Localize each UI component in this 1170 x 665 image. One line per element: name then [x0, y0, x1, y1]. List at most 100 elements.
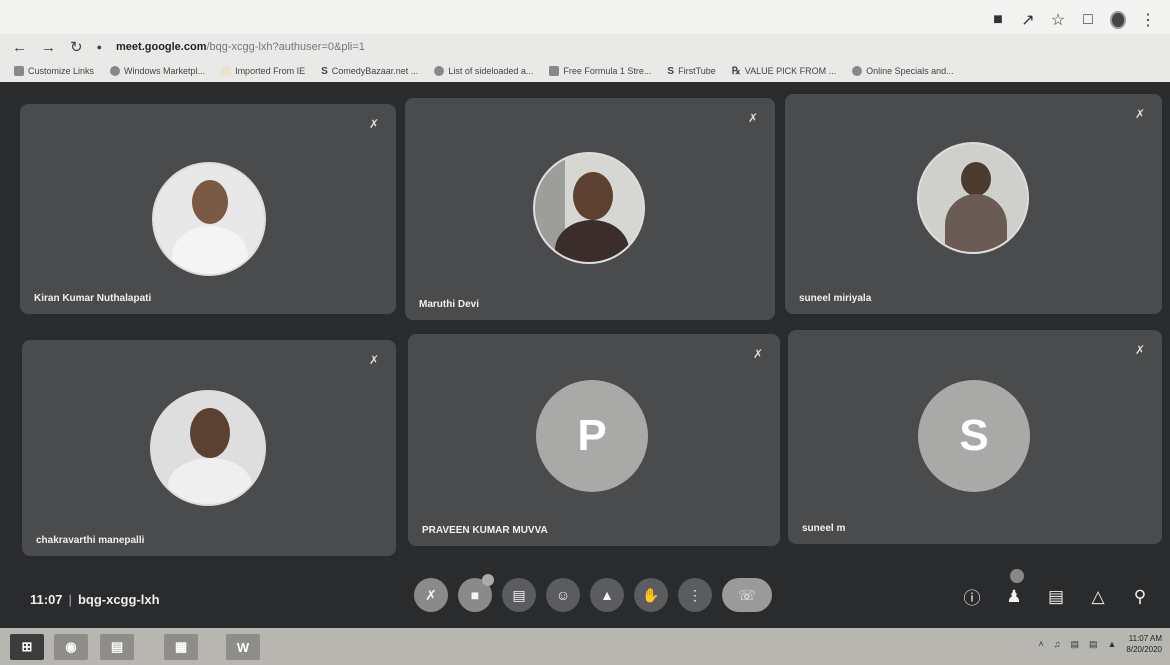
present-button[interactable]: ▲ — [590, 578, 624, 612]
taskbar-clock[interactable]: 11:07 AM 8/20/2020 — [1126, 633, 1162, 655]
meet-control-bar: 11:07 | bqg-xcgg-lxh ✗ ■ ▤ ☺ ▲ ✋ ⋮ ☏ ⓘ ♟ ▤… — [0, 568, 1170, 628]
forward-arrow-icon[interactable]: → — [41, 39, 56, 56]
windows-start-button[interactable]: ⊞ — [10, 634, 44, 660]
chat-button[interactable]: ▤ — [1046, 587, 1066, 607]
letter-avatar: P — [536, 380, 648, 492]
lock-icon[interactable]: ● — [97, 42, 102, 52]
globe-icon — [434, 66, 445, 76]
network-icon[interactable]: ▤ — [1070, 639, 1079, 650]
info-icon: ⓘ — [963, 589, 981, 608]
bookmark-item[interactable]: Free Formula 1 Stre... — [549, 66, 651, 76]
more-vert-icon: ⋮ — [688, 586, 702, 603]
leave-call-button[interactable]: ☏ — [722, 578, 772, 612]
taskbar-file-explorer[interactable]: ▤ — [100, 634, 134, 660]
mic-off-icon: ✗ — [368, 353, 380, 367]
emoji-button[interactable]: ☺ — [546, 578, 580, 612]
participant-name: Kiran Kumar Nuthalapati — [34, 293, 152, 304]
bookmark-item[interactable]: S FirstTube — [667, 66, 715, 77]
alert-badge — [482, 574, 494, 586]
meeting-details-button[interactable]: ⓘ — [962, 584, 982, 609]
participant-name: PRAVEEN KUMAR MUVVA — [422, 525, 548, 536]
taskbar-chrome[interactable]: ◉ — [54, 634, 88, 660]
browser-title-bar: ■ ↗ ☆ □ ⋮ — [0, 0, 1170, 34]
apps-grid-icon — [14, 66, 24, 76]
bookmark-item[interactable]: Online Specials and... — [852, 66, 954, 76]
host-controls-button[interactable]: ⚲ — [1130, 587, 1150, 607]
camera-icon[interactable]: ■ — [990, 11, 1006, 28]
participant-count-badge — [1010, 568, 1024, 583]
url-field[interactable]: meet.google.com/bqg-xcgg-lxh?authuser=0&… — [116, 41, 365, 53]
participant-name: Maruthi Devi — [419, 299, 480, 310]
mic-off-icon: ✗ — [752, 347, 764, 361]
tab-square-icon[interactable]: □ — [1080, 11, 1096, 28]
captions-icon: ▤ — [512, 586, 526, 603]
side-panel-controls: ⓘ ♟ ▤ △ ⚲ — [962, 568, 1150, 609]
bookmark-item[interactable]: List of sideloaded a... — [434, 66, 533, 76]
participant-name: suneel m — [802, 523, 846, 534]
clock-time: 11:07 AM — [1128, 634, 1162, 643]
screen: ■ ↗ ☆ □ ⋮ ← → ↻ ● meet.google.com/bqg-xc… — [0, 0, 1170, 665]
participant-tile[interactable]: ✗ Kiran Kumar Nuthalapati — [20, 104, 396, 314]
mic-off-icon: ✗ — [1134, 343, 1146, 357]
site-s-icon: S — [667, 65, 675, 77]
more-vert-icon[interactable]: ⋮ — [1140, 12, 1156, 29]
participant-photo — [917, 142, 1029, 254]
phone-hangup-icon: ☏ — [738, 586, 756, 603]
bookmarks-bar: Customize Links Windows Marketpl... Impo… — [0, 60, 1170, 82]
people-button[interactable]: ♟ — [1004, 568, 1024, 607]
people-icon: ♟ — [1006, 586, 1022, 606]
star-icon[interactable]: ☆ — [1050, 12, 1066, 29]
app-grid-icon: ▦ — [174, 639, 188, 654]
meeting-info: 11:07 | bqg-xcgg-lxh — [30, 592, 160, 607]
activities-button[interactable]: △ — [1088, 587, 1108, 607]
bookmark-item[interactable]: ℞ VALUE PICK FROM ... — [732, 66, 836, 77]
profile-avatar[interactable] — [1110, 11, 1126, 29]
back-arrow-icon[interactable]: ← — [12, 39, 27, 56]
bookmark-item[interactable]: Imported From IE — [221, 66, 305, 76]
participant-photo — [150, 390, 266, 506]
participant-tile[interactable]: ✗ P PRAVEEN KUMAR MUVVA — [408, 334, 780, 546]
participant-tile[interactable]: ✗ suneel miriyala — [785, 94, 1162, 314]
mic-off-icon: ✗ — [425, 586, 437, 603]
more-options-button[interactable]: ⋮ — [678, 578, 712, 612]
raise-hand-button[interactable]: ✋ — [634, 578, 668, 612]
activities-shapes-icon: △ — [1091, 586, 1105, 606]
bookmark-item[interactable]: Windows Marketpl... — [110, 66, 205, 76]
meeting-code: bqg-xcgg-lxh — [77, 592, 160, 607]
tray-chevron-icon[interactable]: ˄ — [1038, 639, 1043, 649]
speaker-icon[interactable]: ♫ — [1054, 639, 1061, 649]
site-icon: ℞ — [731, 65, 741, 77]
taskbar-app[interactable]: ▦ — [164, 634, 198, 660]
participant-photo — [152, 162, 266, 276]
divider: | — [68, 592, 72, 607]
participant-tile[interactable]: ✗ S suneel m — [788, 330, 1162, 544]
bookmark-item[interactable]: S ComedyBazaar.net ... — [321, 66, 418, 77]
windows-logo-icon: ⊞ — [21, 639, 33, 654]
participant-name: chakravarthi manepalli — [36, 535, 145, 546]
taskbar-word[interactable]: W — [226, 634, 260, 660]
mic-off-icon: ✗ — [747, 111, 759, 125]
language-icon[interactable]: ▤ — [1089, 639, 1098, 650]
reload-icon[interactable]: ↻ — [70, 38, 83, 56]
letter-avatar: S — [918, 380, 1030, 492]
windows-taskbar: ⊞ ◉ ▤ ▦ W ˄ ♫ ▤ ▤ ▲ 11:07 AM 8/20/2020 — [0, 628, 1170, 665]
site-icon — [549, 66, 560, 76]
participant-tile[interactable]: ✗ Maruthi Devi — [405, 98, 775, 320]
chat-icon: ▤ — [1047, 586, 1065, 606]
mic-off-icon: ✗ — [1134, 107, 1146, 121]
captions-button[interactable]: ▤ — [502, 578, 536, 612]
lock-person-icon: ⚲ — [1133, 586, 1147, 606]
meet-stage: ✗ Kiran Kumar Nuthalapati ✗ Maruthi Devi… — [0, 82, 1170, 628]
meeting-time: 11:07 — [30, 592, 63, 607]
bookmark-item[interactable]: Customize Links — [14, 66, 94, 76]
mic-toggle-button[interactable]: ✗ — [414, 578, 448, 612]
share-icon[interactable]: ↗ — [1020, 12, 1036, 29]
camera-toggle-button[interactable]: ■ — [458, 574, 494, 612]
site-s-icon: S — [321, 65, 328, 77]
participant-tile[interactable]: ✗ chakravarthi manepalli — [22, 340, 396, 556]
present-screen-icon: ▲ — [600, 587, 614, 603]
mic-off-icon: ✗ — [368, 117, 380, 131]
signal-icon[interactable]: ▲ — [1107, 639, 1116, 649]
browser-window-controls: ■ ↗ ☆ □ ⋮ — [990, 11, 1156, 29]
globe-icon — [852, 66, 863, 76]
